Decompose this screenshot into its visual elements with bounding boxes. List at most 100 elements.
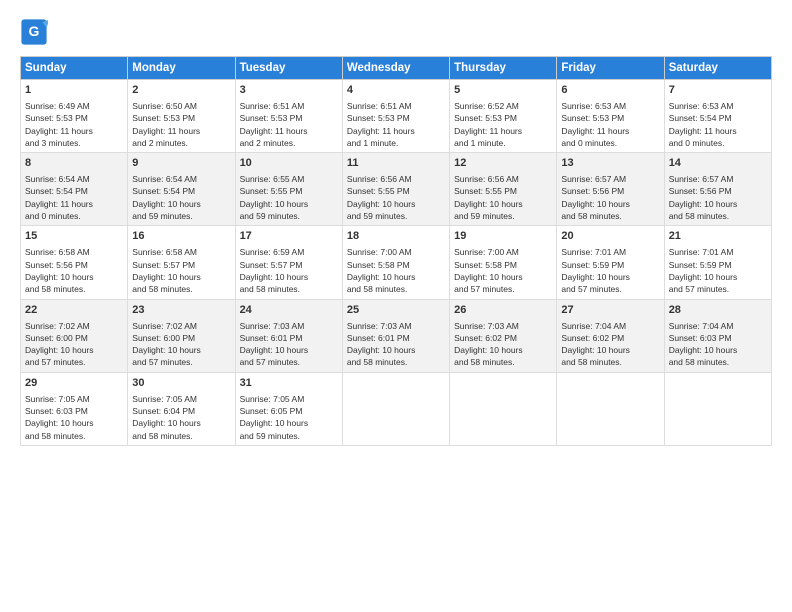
day-info: and 58 minutes. bbox=[132, 430, 230, 442]
day-info: and 58 minutes. bbox=[669, 210, 767, 222]
svg-text:G: G bbox=[29, 23, 40, 39]
day-number: 5 bbox=[454, 83, 552, 99]
day-info: Daylight: 10 hours bbox=[454, 271, 552, 283]
day-number: 27 bbox=[561, 303, 659, 319]
calendar-cell bbox=[664, 372, 771, 445]
day-info: and 59 minutes. bbox=[240, 210, 338, 222]
calendar-cell: 31Sunrise: 7:05 AMSunset: 6:05 PMDayligh… bbox=[235, 372, 342, 445]
day-info: and 57 minutes. bbox=[561, 283, 659, 295]
calendar-cell: 10Sunrise: 6:55 AMSunset: 5:55 PMDayligh… bbox=[235, 153, 342, 226]
day-number: 10 bbox=[240, 156, 338, 172]
calendar-cell: 7Sunrise: 6:53 AMSunset: 5:54 PMDaylight… bbox=[664, 80, 771, 153]
day-info: Sunset: 6:00 PM bbox=[25, 332, 123, 344]
day-number: 20 bbox=[561, 229, 659, 245]
day-info: Sunrise: 6:50 AM bbox=[132, 100, 230, 112]
day-number: 7 bbox=[669, 83, 767, 99]
day-info: Daylight: 10 hours bbox=[454, 198, 552, 210]
day-info: and 57 minutes. bbox=[454, 283, 552, 295]
day-info: Sunset: 5:54 PM bbox=[25, 185, 123, 197]
day-info: and 1 minute. bbox=[347, 137, 445, 149]
day-info: Daylight: 10 hours bbox=[25, 344, 123, 356]
calendar-cell: 23Sunrise: 7:02 AMSunset: 6:00 PMDayligh… bbox=[128, 299, 235, 372]
day-number: 25 bbox=[347, 303, 445, 319]
day-info: Sunrise: 6:55 AM bbox=[240, 173, 338, 185]
day-info: Sunset: 6:03 PM bbox=[669, 332, 767, 344]
calendar-cell bbox=[450, 372, 557, 445]
day-info: Daylight: 11 hours bbox=[25, 125, 123, 137]
day-info: Sunrise: 6:59 AM bbox=[240, 246, 338, 258]
logo: G bbox=[20, 18, 52, 46]
day-info: Sunset: 5:57 PM bbox=[132, 259, 230, 271]
day-info: Sunrise: 6:57 AM bbox=[669, 173, 767, 185]
day-info: Sunrise: 7:03 AM bbox=[454, 320, 552, 332]
day-info: and 57 minutes. bbox=[132, 356, 230, 368]
day-info: Sunset: 6:01 PM bbox=[347, 332, 445, 344]
day-info: Sunset: 5:53 PM bbox=[25, 112, 123, 124]
col-header-sunday: Sunday bbox=[21, 57, 128, 80]
day-info: Daylight: 10 hours bbox=[132, 417, 230, 429]
day-info: Daylight: 10 hours bbox=[240, 417, 338, 429]
day-number: 26 bbox=[454, 303, 552, 319]
day-number: 19 bbox=[454, 229, 552, 245]
day-info: Daylight: 11 hours bbox=[25, 198, 123, 210]
week-row-5: 29Sunrise: 7:05 AMSunset: 6:03 PMDayligh… bbox=[21, 372, 772, 445]
day-number: 9 bbox=[132, 156, 230, 172]
day-info: Sunset: 5:56 PM bbox=[669, 185, 767, 197]
day-number: 28 bbox=[669, 303, 767, 319]
day-info: and 59 minutes. bbox=[454, 210, 552, 222]
day-info: Sunset: 5:59 PM bbox=[669, 259, 767, 271]
calendar-cell: 24Sunrise: 7:03 AMSunset: 6:01 PMDayligh… bbox=[235, 299, 342, 372]
day-number: 24 bbox=[240, 303, 338, 319]
day-number: 21 bbox=[669, 229, 767, 245]
day-number: 30 bbox=[132, 376, 230, 392]
day-number: 1 bbox=[25, 83, 123, 99]
day-info: Sunrise: 7:05 AM bbox=[25, 393, 123, 405]
day-info: Sunset: 6:00 PM bbox=[132, 332, 230, 344]
calendar-cell: 12Sunrise: 6:56 AMSunset: 5:55 PMDayligh… bbox=[450, 153, 557, 226]
day-info: Daylight: 11 hours bbox=[561, 125, 659, 137]
day-info: Sunrise: 7:03 AM bbox=[240, 320, 338, 332]
day-info: and 58 minutes. bbox=[454, 356, 552, 368]
calendar-cell: 21Sunrise: 7:01 AMSunset: 5:59 PMDayligh… bbox=[664, 226, 771, 299]
calendar-cell: 25Sunrise: 7:03 AMSunset: 6:01 PMDayligh… bbox=[342, 299, 449, 372]
day-info: Sunset: 5:58 PM bbox=[347, 259, 445, 271]
day-info: Sunrise: 7:00 AM bbox=[347, 246, 445, 258]
day-number: 6 bbox=[561, 83, 659, 99]
day-info: Sunset: 6:03 PM bbox=[25, 405, 123, 417]
calendar-cell: 13Sunrise: 6:57 AMSunset: 5:56 PMDayligh… bbox=[557, 153, 664, 226]
day-info: Daylight: 10 hours bbox=[132, 198, 230, 210]
day-number: 12 bbox=[454, 156, 552, 172]
day-info: Sunrise: 7:02 AM bbox=[132, 320, 230, 332]
calendar-cell: 22Sunrise: 7:02 AMSunset: 6:00 PMDayligh… bbox=[21, 299, 128, 372]
day-info: Sunrise: 6:53 AM bbox=[561, 100, 659, 112]
day-info: and 3 minutes. bbox=[25, 137, 123, 149]
day-number: 11 bbox=[347, 156, 445, 172]
day-info: Sunrise: 6:49 AM bbox=[25, 100, 123, 112]
calendar-cell: 3Sunrise: 6:51 AMSunset: 5:53 PMDaylight… bbox=[235, 80, 342, 153]
day-info: Sunrise: 6:54 AM bbox=[25, 173, 123, 185]
calendar-cell: 14Sunrise: 6:57 AMSunset: 5:56 PMDayligh… bbox=[664, 153, 771, 226]
day-info: Sunrise: 6:54 AM bbox=[132, 173, 230, 185]
day-info: and 0 minutes. bbox=[669, 137, 767, 149]
day-info: Sunrise: 6:57 AM bbox=[561, 173, 659, 185]
calendar-cell bbox=[557, 372, 664, 445]
calendar-cell: 15Sunrise: 6:58 AMSunset: 5:56 PMDayligh… bbox=[21, 226, 128, 299]
day-info: Sunset: 6:04 PM bbox=[132, 405, 230, 417]
day-info: Sunset: 5:57 PM bbox=[240, 259, 338, 271]
day-info: Sunrise: 7:00 AM bbox=[454, 246, 552, 258]
day-info: Sunset: 5:55 PM bbox=[454, 185, 552, 197]
day-number: 18 bbox=[347, 229, 445, 245]
day-info: and 58 minutes. bbox=[561, 356, 659, 368]
day-info: and 2 minutes. bbox=[132, 137, 230, 149]
day-info: Sunrise: 6:52 AM bbox=[454, 100, 552, 112]
day-number: 31 bbox=[240, 376, 338, 392]
day-info: Sunrise: 6:51 AM bbox=[347, 100, 445, 112]
day-info: Sunrise: 6:53 AM bbox=[669, 100, 767, 112]
day-info: Sunset: 5:54 PM bbox=[132, 185, 230, 197]
day-info: and 2 minutes. bbox=[240, 137, 338, 149]
day-info: Sunset: 5:53 PM bbox=[240, 112, 338, 124]
day-info: Sunrise: 7:04 AM bbox=[669, 320, 767, 332]
day-info: Sunrise: 7:04 AM bbox=[561, 320, 659, 332]
day-number: 8 bbox=[25, 156, 123, 172]
day-info: Sunrise: 7:01 AM bbox=[561, 246, 659, 258]
